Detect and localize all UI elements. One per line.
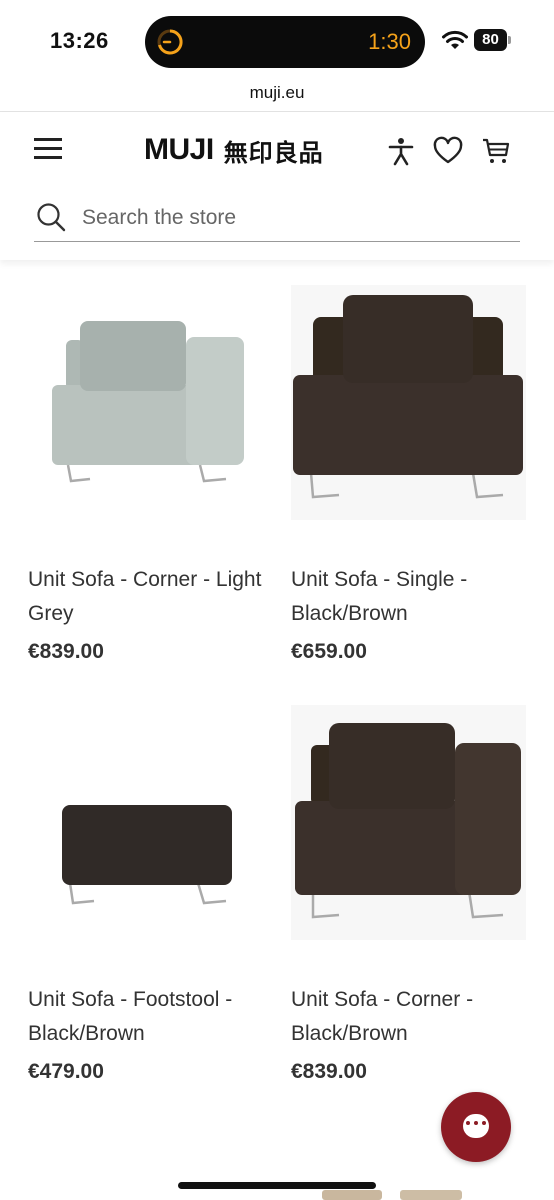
timer-readout: 1:30 [368,29,411,54]
chat-icon [463,1114,489,1138]
logo-latin: MUJI [144,133,214,166]
battery-indicator: 80 [474,29,512,51]
accessibility-icon[interactable] [386,136,416,166]
product-card[interactable]: Unit Sofa - Corner - Black/Brown €839.00 [291,705,536,1095]
chat-button[interactable] [441,1092,511,1162]
wifi-icon [442,30,468,49]
cart-icon[interactable] [481,136,511,166]
menu-icon[interactable] [34,138,62,162]
timer-icon [157,29,183,55]
heart-icon[interactable] [433,136,463,166]
logo-kanji: 無印良品 [223,138,324,167]
product-name[interactable]: Unit Sofa - Single - Black/Brown [291,563,536,631]
status-bar: 13:26 1:30 80 [0,0,554,80]
address-bar[interactable]: muji.eu [0,80,554,112]
product-image[interactable] [28,705,263,940]
product-image[interactable] [291,705,526,940]
product-name[interactable]: Unit Sofa - Corner - Light Grey [28,563,273,631]
product-image-peek [322,1190,462,1200]
product-image[interactable] [291,285,526,520]
product-card[interactable]: Unit Sofa - Footstool - Black/Brown €479… [28,705,273,1095]
product-image[interactable] [28,285,263,520]
product-price: €479.00 [28,1060,104,1083]
search-input[interactable] [82,202,502,234]
product-card[interactable]: Unit Sofa - Single - Black/Brown €659.00 [291,285,536,675]
product-price: €839.00 [28,640,104,663]
product-price: €839.00 [291,1060,367,1083]
battery-level: 80 [474,29,507,51]
product-name[interactable]: Unit Sofa - Footstool - Black/Brown [28,983,273,1051]
product-card[interactable]: Unit Sofa - Corner - Light Grey €839.00 [28,285,273,675]
search-icon[interactable] [36,202,66,232]
muji-logo[interactable]: MUJI 無印良品 [144,132,324,168]
search-bar[interactable] [34,196,520,242]
site-header: MUJI 無印良品 [0,112,554,260]
home-indicator[interactable] [178,1182,376,1189]
battery-tip [508,36,511,44]
status-time: 13:26 [50,28,109,53]
product-name[interactable]: Unit Sofa - Corner - Black/Brown [291,983,536,1051]
product-price: €659.00 [291,640,367,663]
dynamic-island: 1:30 [145,16,425,68]
